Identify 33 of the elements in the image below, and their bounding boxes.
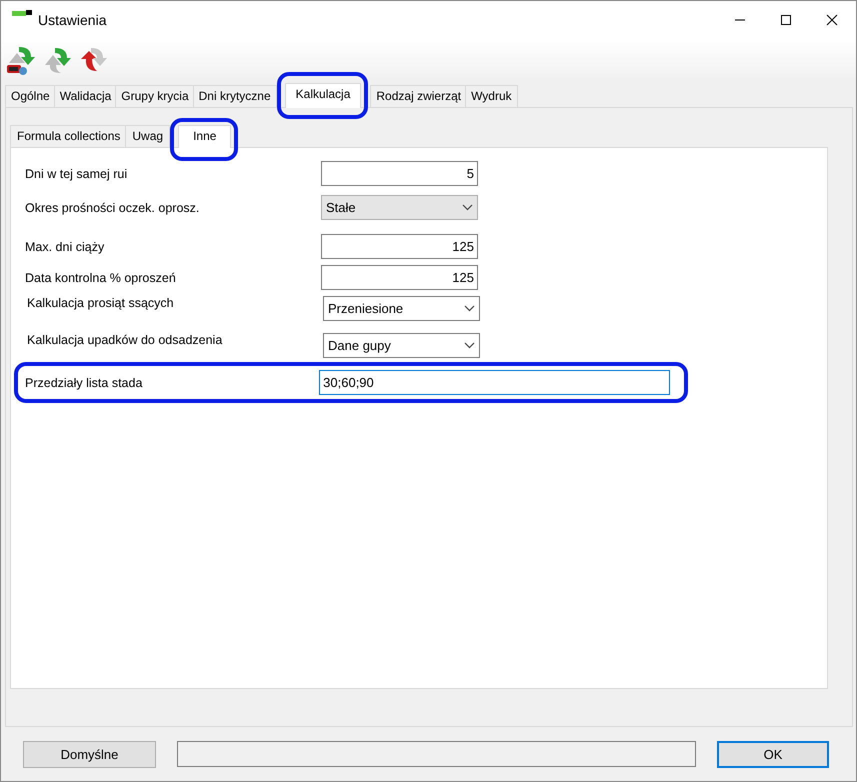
tab[interactable]: Inne bbox=[178, 125, 232, 148]
field-label: Kalkulacja prosiąt ssących bbox=[26, 296, 175, 310]
window-title: Ustawienia bbox=[38, 12, 106, 28]
field-label: Dni w tej samej rui bbox=[25, 166, 128, 180]
chevron-down-icon bbox=[464, 305, 475, 312]
tab[interactable]: Kalkulacja bbox=[284, 83, 362, 108]
app-icon bbox=[12, 10, 32, 18]
close-icon[interactable] bbox=[826, 14, 838, 26]
chevron-down-icon bbox=[462, 204, 473, 211]
number-field[interactable]: 125 bbox=[321, 265, 478, 290]
field-label: Data kontrolna % oproszeń bbox=[25, 270, 177, 284]
ok-button[interactable]: OK bbox=[717, 740, 829, 768]
dropdown[interactable]: Stałe bbox=[321, 195, 478, 220]
tab[interactable]: Rodzaj zwierząt bbox=[370, 85, 468, 107]
number-field[interactable]: 125 bbox=[321, 234, 478, 259]
tab[interactable]: Walidacja bbox=[54, 85, 118, 107]
text-field[interactable]: 30;60;90 bbox=[319, 370, 670, 395]
tab[interactable]: Grupy krycia bbox=[115, 85, 195, 107]
tab[interactable]: Formula collections bbox=[10, 125, 128, 147]
chevron-down-icon bbox=[464, 342, 475, 349]
field-label: Okres prośności oczek. oprosz. bbox=[25, 200, 200, 214]
dropdown[interactable]: Dane gupy bbox=[323, 333, 480, 358]
defaults-button[interactable]: Domyślne bbox=[23, 740, 156, 768]
field-label: Przedziały lista stada bbox=[25, 376, 144, 390]
maximize-icon[interactable] bbox=[780, 14, 792, 26]
tab[interactable]: Uwag bbox=[125, 125, 170, 147]
tab[interactable]: Ogólne bbox=[5, 85, 56, 107]
tab[interactable]: Dni krytyczne bbox=[192, 85, 277, 107]
dropdown[interactable]: Przeniesione bbox=[323, 296, 480, 321]
field-label: Max. dni ciąży bbox=[25, 240, 106, 254]
field-label: Kalkulacja upadków do odsadzenia bbox=[26, 333, 224, 347]
tab[interactable]: Wydruk bbox=[465, 85, 518, 107]
number-field[interactable]: 5 bbox=[321, 161, 478, 186]
